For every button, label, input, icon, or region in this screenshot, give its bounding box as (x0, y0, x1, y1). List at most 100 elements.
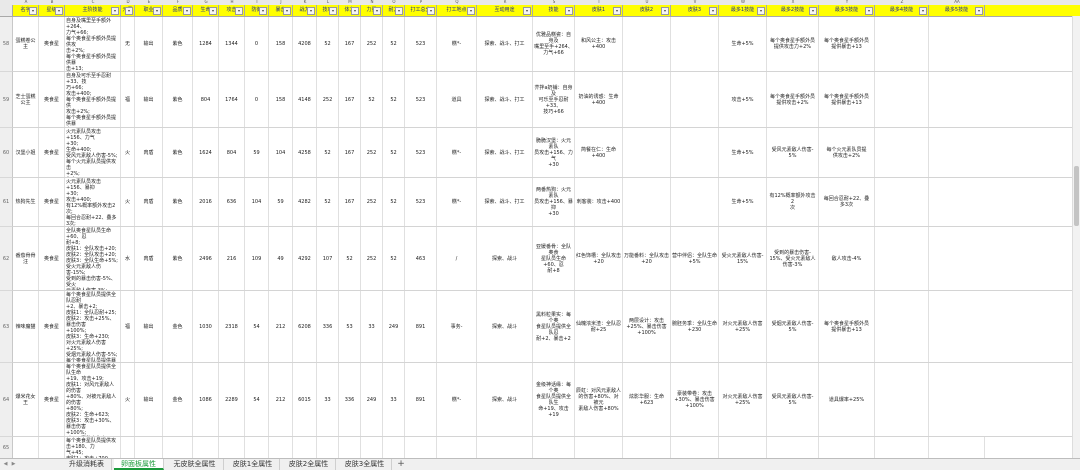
table-cell[interactable]: 火元素队员攻击+156、力气 +30; 生命+400; 受风元素敌人伤害-5%;… (65, 128, 121, 177)
column-letter[interactable]: M (339, 0, 361, 4)
column-letter[interactable]: Q (437, 0, 477, 4)
table-cell[interactable] (477, 437, 533, 458)
table-cell[interactable]: 107 (317, 227, 339, 290)
table-cell[interactable]: 糕*- (437, 128, 477, 177)
table-cell[interactable] (121, 437, 135, 458)
table-cell[interactable] (875, 227, 929, 290)
table-cell[interactable]: 输出 (135, 291, 163, 362)
filter-dropdown-icon[interactable]: ▾ (209, 7, 217, 15)
filter-dropdown-icon[interactable]: ▾ (565, 7, 573, 15)
table-cell[interactable]: 104 (269, 128, 293, 177)
table-cell[interactable]: 523 (405, 128, 437, 177)
table-cell[interactable]: 216 (219, 227, 245, 290)
filter-dropdown-icon[interactable]: ▾ (865, 7, 873, 15)
table-cell[interactable]: 福 (121, 291, 135, 362)
table-cell[interactable]: 523 (405, 72, 437, 127)
table-cell[interactable]: 探索、战斗、打工 (477, 128, 533, 177)
filter-dropdown-icon[interactable]: ▾ (373, 7, 381, 15)
table-cell[interactable] (623, 72, 671, 127)
filter-dropdown-icon[interactable]: ▾ (809, 7, 817, 15)
table-cell[interactable] (623, 437, 671, 458)
table-cell[interactable]: 每个奥食星手额外员 提供暴击+13 (819, 17, 875, 71)
column-letter[interactable]: V (671, 0, 719, 4)
table-cell[interactable] (623, 128, 671, 177)
table-cell[interactable]: 水 (121, 227, 135, 290)
table-cell[interactable]: 463 (405, 227, 437, 290)
table-cell[interactable]: 每个奥食星手额外员 提供攻击力+2% (767, 17, 819, 71)
table-cell[interactable]: 火 (121, 178, 135, 226)
table-cell[interactable]: 输出 (135, 72, 163, 127)
table-cell[interactable] (671, 128, 719, 177)
column-letter[interactable]: AA (929, 0, 985, 4)
column-letter[interactable]: A (13, 0, 39, 4)
table-cell[interactable]: 芥拌a奶铺：自身及 可乐至手忍耐+33、 技巧+66 (533, 72, 575, 127)
column-letter[interactable]: G (193, 0, 219, 4)
table-cell[interactable]: 52 (383, 178, 405, 226)
column-letter[interactable]: N (361, 0, 383, 4)
table-cell[interactable] (719, 437, 767, 458)
filter-dropdown-icon[interactable]: ▾ (613, 7, 621, 15)
table-cell[interactable]: 2289 (219, 363, 245, 436)
table-cell[interactable]: 奥食星 (39, 128, 65, 177)
table-cell[interactable]: 104 (245, 178, 269, 226)
table-cell[interactable] (193, 437, 219, 458)
table-cell[interactable] (339, 437, 361, 458)
table-cell[interactable]: 糕*- (437, 17, 477, 71)
filter-dropdown-icon[interactable]: ▾ (125, 7, 133, 15)
table-cell[interactable]: 0 (245, 72, 269, 127)
table-cell[interactable]: 受风元素敌人伤害- 5% (767, 128, 819, 177)
table-cell[interactable] (383, 437, 405, 458)
table-cell[interactable]: 每个奥食星队员提供攻击+180、力 气+45; 皮肤1：攻击+700 (65, 437, 121, 458)
table-cell[interactable]: 158 (269, 72, 293, 127)
table-cell[interactable]: / (437, 227, 477, 290)
table-cell[interactable]: 全队奥食星队员生命+60、忍 耐+8; 皮肤1：全队攻击+20; 皮肤2：全队攻… (65, 227, 121, 290)
table-cell[interactable]: 探索、战斗、打工 (477, 178, 533, 226)
table-cell[interactable]: 167 (339, 178, 361, 226)
table-cell[interactable]: 2496 (193, 227, 219, 290)
table-cell[interactable] (623, 17, 671, 71)
table-cell[interactable]: 生命+5% (719, 178, 767, 226)
table-cell[interactable]: 每个奥食星队员提供全队忍耐 +2、暴击+2; 皮肤1：全队忍耐+25; 皮肤2：… (65, 291, 121, 362)
table-cell[interactable]: 33 (317, 363, 339, 436)
filter-dropdown-icon[interactable]: ▾ (351, 7, 359, 15)
table-cell[interactable]: 252 (361, 178, 383, 226)
column-letter[interactable]: U (623, 0, 671, 4)
filter-dropdown-icon[interactable]: ▾ (661, 7, 669, 15)
table-cell[interactable]: 52 (317, 17, 339, 71)
table-cell[interactable]: 249 (383, 291, 405, 362)
table-cell[interactable]: 奥食星 (39, 72, 65, 127)
table-cell[interactable]: 豪装带卷：攻击 +30%、暴击伤害 +100% (671, 363, 719, 436)
filter-dropdown-icon[interactable]: ▾ (153, 7, 161, 15)
table-cell[interactable] (163, 437, 193, 458)
table-cell[interactable]: 奥食星 (39, 227, 65, 290)
table-cell[interactable]: 1030 (193, 291, 219, 362)
column-letter[interactable]: Z (875, 0, 929, 4)
column-letter[interactable]: B (39, 0, 65, 4)
table-cell[interactable]: 探索、战斗 (477, 363, 533, 436)
table-cell[interactable]: 每个奥食星队员提供全队生命 +19、攻击+19; 皮肤1：对风元素敌人的伤害 +… (65, 363, 121, 436)
table-cell[interactable]: 6208 (293, 291, 317, 362)
table-cell[interactable]: 0 (245, 17, 269, 71)
table-cell[interactable]: 肉盾 (135, 227, 163, 290)
filter-dropdown-icon[interactable]: ▾ (709, 7, 717, 15)
table-cell[interactable]: 212 (269, 291, 293, 362)
table-cell[interactable] (767, 437, 819, 458)
table-cell[interactable]: 道具爆率+25% (819, 363, 875, 436)
table-cell[interactable]: 每个奥食星手额外员 提供暴击+13 (819, 72, 875, 127)
table-cell[interactable]: 输出 (135, 363, 163, 436)
table-cell[interactable]: 受火元素敌人伤害- 15% (719, 227, 767, 290)
filter-dropdown-icon[interactable]: ▾ (757, 7, 765, 15)
table-cell[interactable] (437, 437, 477, 458)
table-cell[interactable]: 紫色 (163, 72, 193, 127)
table-cell[interactable]: 紫色 (163, 227, 193, 290)
table-cell[interactable]: 肉盾 (135, 128, 163, 177)
table-cell[interactable]: 自身及嘴里至手额外+264、 力气+66; 每个奥食星手额外员提供攻 击+2%;… (65, 17, 121, 71)
table-cell[interactable]: 道具 (437, 72, 477, 127)
table-cell[interactable]: 109 (245, 227, 269, 290)
filter-dropdown-icon[interactable]: ▾ (235, 7, 243, 15)
column-letter[interactable]: I (245, 0, 269, 4)
select-all-corner[interactable] (0, 5, 13, 16)
column-letter[interactable]: P (405, 0, 437, 4)
table-cell[interactable]: 汉堡小姐 (13, 128, 39, 177)
column-letter[interactable]: F (163, 0, 193, 4)
